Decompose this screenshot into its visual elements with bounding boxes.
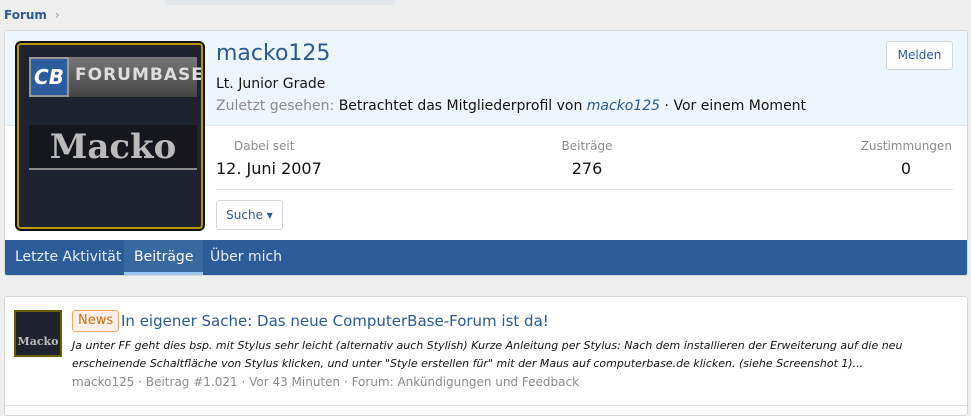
post-title-link[interactable]: In eigener Sache: Das neue ComputerBase-… [121,310,549,332]
news-badge: News [72,310,120,332]
post-meta: macko125 · Beitrag #1.021 · Vor 43 Minut… [72,375,580,389]
last-seen-text: Betrachtet das Mitgliederprofil von [338,98,583,114]
top-bar [165,0,395,5]
chevron-right-icon: › [54,8,60,22]
stat-label-posts: Beiträge [561,139,613,153]
avatar[interactable]: CB FORUMBASE Macko [15,41,205,231]
last-seen-time: · Vor einem Moment [664,98,807,114]
last-seen-link[interactable]: macko125 [587,98,660,114]
stat-value-reactions[interactable]: 0 [901,159,911,178]
user-rank: Lt. Junior Grade [216,76,326,92]
tab-latest-activity[interactable]: Letzte Aktivität [15,240,121,275]
post-snippet: Ja unter FF geht dies bsp. mit Stylus se… [72,339,903,370]
avatar-forumbase: FORUMBASE [75,65,204,85]
tab-posts[interactable]: Beiträge [124,240,204,275]
avatar-cb-logo: CB [29,57,69,97]
post-list-item: Macko News In eigener Sache: Das neue Co… [4,296,968,416]
divider [216,189,953,190]
report-button[interactable]: Melden [886,41,953,70]
post-avatar[interactable]: Macko [14,310,62,357]
search-button[interactable]: Suche ▾ [216,200,283,230]
stat-value-posts[interactable]: 276 [537,159,637,178]
tab-about[interactable]: Über mich [210,240,282,275]
profile-card: CB FORUMBASE Macko macko125 Lt. Junior G… [4,30,968,276]
breadcrumb-forum[interactable]: Forum [4,8,47,22]
last-seen: Zuletzt gesehen: Betrachtet das Mitglied… [216,98,806,114]
avatar-name: Macko [29,125,197,170]
stat-label-reactions: Zustimmungen [860,139,952,153]
divider [5,405,967,406]
avatar-banner: CB FORUMBASE [29,57,201,97]
breadcrumb: Forum › [4,8,60,22]
last-seen-label: Zuletzt gesehen: [216,98,335,114]
username: macko125 [216,41,331,66]
profile-tabs: Letzte Aktivität Beiträge Über mich [5,240,967,275]
stat-value-joined: 12. Juni 2007 [216,159,322,178]
stat-label-joined: Dabei seit [234,139,295,153]
